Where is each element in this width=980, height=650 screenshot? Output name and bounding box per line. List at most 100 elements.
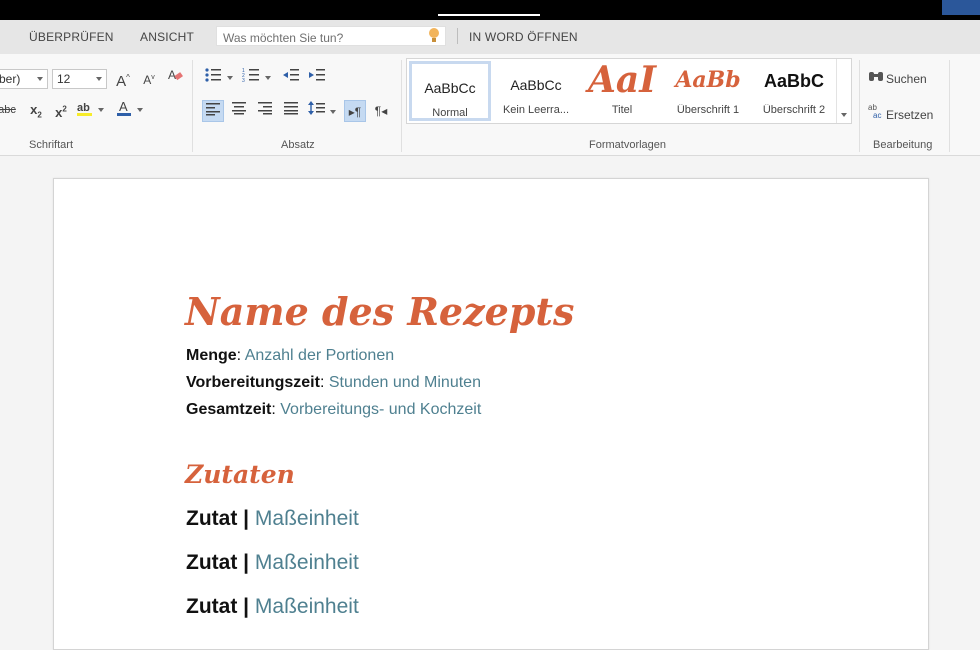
- document-canvas[interactable]: Name des Rezepts Menge: Anzahl der Porti…: [0, 156, 980, 650]
- style-title[interactable]: AaI Titel: [581, 61, 663, 121]
- styles-gallery: AaBbCc Normal AaBbCc Kein Leerra... AaI …: [406, 58, 852, 124]
- align-right-button[interactable]: [254, 100, 276, 122]
- ribbon: ber) 12 A^ Av A abc x2 x2 ab A Schriftar…: [0, 54, 980, 156]
- group-divider: [949, 60, 950, 152]
- style-sample: AaBb: [675, 67, 741, 93]
- chevron-down-icon[interactable]: [330, 110, 336, 114]
- ltr-direction-button[interactable]: ▸¶: [344, 100, 366, 122]
- chevron-down-icon[interactable]: [98, 108, 104, 112]
- strikethrough-button[interactable]: abc: [0, 99, 18, 121]
- decrease-indent-icon: [283, 69, 299, 81]
- font-name-combo[interactable]: ber): [0, 69, 48, 89]
- chevron-down-icon: [841, 113, 847, 117]
- chevron-down-icon[interactable]: [227, 76, 233, 80]
- style-heading-1[interactable]: AaBb Überschrift 1: [667, 61, 749, 121]
- font-name-value: ber): [0, 72, 21, 86]
- style-name: Kein Leerra...: [502, 104, 570, 116]
- style-name: Titel: [611, 104, 633, 116]
- chevron-down-icon: [37, 77, 43, 81]
- bullet-list-icon: [205, 68, 221, 82]
- binoculars-icon: [868, 69, 886, 86]
- title-bar: [0, 0, 980, 20]
- group-divider: [859, 60, 860, 152]
- account-area[interactable]: [942, 0, 980, 15]
- tab-review[interactable]: ÜBERPRÜFEN: [29, 30, 114, 44]
- font-size-value: 12: [57, 72, 71, 86]
- line-spacing-button[interactable]: [306, 100, 328, 122]
- align-right-icon: [258, 102, 272, 115]
- chevron-down-icon[interactable]: [137, 108, 143, 112]
- ingredient-unit: Maßeinheit: [254, 551, 359, 574]
- group-label-paragraph: Absatz: [281, 139, 315, 151]
- subscript-button[interactable]: x2: [25, 99, 47, 121]
- grow-font-button[interactable]: A^: [112, 67, 134, 90]
- align-left-button[interactable]: [202, 100, 224, 122]
- highlight-button[interactable]: ab: [74, 99, 96, 121]
- document-page[interactable]: Name des Rezepts Menge: Anzahl der Porti…: [53, 178, 929, 650]
- shrink-font-button[interactable]: Av: [138, 67, 160, 89]
- font-size-combo[interactable]: 12: [52, 69, 107, 89]
- ingredient-line[interactable]: Zutat | Maßeinheit: [186, 595, 359, 619]
- ingredients-heading[interactable]: Zutaten: [185, 460, 295, 489]
- meta-label: Menge: [186, 347, 237, 364]
- style-name: Überschrift 1: [676, 104, 740, 116]
- ingredient-label: Zutat: [186, 551, 238, 574]
- superscript-button[interactable]: x2: [50, 99, 72, 121]
- svg-text:ab: ab: [77, 102, 90, 114]
- font-color-button[interactable]: A: [113, 99, 135, 121]
- shrink-font-icon: Av: [143, 73, 155, 87]
- svg-text:A: A: [119, 99, 128, 114]
- svg-text:3: 3: [242, 78, 245, 83]
- ingredient-separator: |: [243, 507, 250, 530]
- replace-button[interactable]: ab ac Ersetzen: [868, 103, 933, 122]
- style-normal[interactable]: AaBbCc Normal: [409, 61, 491, 121]
- find-label: Suchen: [886, 72, 927, 86]
- align-center-button[interactable]: [228, 100, 250, 122]
- increase-indent-icon: [309, 69, 325, 81]
- style-no-spacing[interactable]: AaBbCc Kein Leerra...: [495, 61, 577, 121]
- subscript-icon: x2: [30, 102, 42, 120]
- chevron-down-icon: [96, 77, 102, 81]
- ingredient-label: Zutat: [186, 507, 238, 530]
- meta-value: Anzahl der Portionen: [244, 347, 395, 364]
- ingredient-unit: Maßeinheit: [254, 595, 359, 618]
- style-sample: AaI: [587, 61, 657, 101]
- style-name: Überschrift 2: [762, 104, 826, 116]
- justify-button[interactable]: [280, 100, 302, 122]
- bullets-button[interactable]: [202, 67, 224, 89]
- grow-font-icon: A^: [116, 73, 130, 90]
- ingredient-separator: |: [243, 551, 250, 574]
- tell-me-input[interactable]: [217, 29, 429, 47]
- highlighter-icon: ab: [77, 102, 92, 116]
- rtl-direction-button[interactable]: ¶◂: [370, 100, 392, 122]
- numbered-list-icon: 123: [242, 68, 259, 84]
- meta-line-prep-time[interactable]: Vorbereitungszeit: Stunden und Minuten: [186, 374, 481, 392]
- group-label-font: Schriftart: [29, 139, 74, 151]
- open-in-word-button[interactable]: IN WORD ÖFFNEN: [469, 30, 578, 44]
- chevron-down-icon[interactable]: [265, 76, 271, 80]
- strikethrough-icon: abc: [0, 104, 16, 116]
- style-sample: AaBbC: [763, 71, 824, 91]
- gallery-more-button[interactable]: [836, 59, 851, 123]
- tell-me-box[interactable]: [216, 26, 446, 47]
- ingredient-line[interactable]: Zutat | Maßeinheit: [186, 551, 359, 575]
- ribbon-tab-row: ÜBERPRÜFEN ANSICHT IN WORD ÖFFNEN: [0, 20, 980, 54]
- meta-label: Gesamtzeit: [186, 401, 272, 418]
- meta-line-servings[interactable]: Menge: Anzahl der Portionen: [186, 347, 394, 365]
- justify-icon: [284, 102, 298, 115]
- find-button[interactable]: Suchen: [868, 69, 927, 86]
- clear-formatting-button[interactable]: A: [164, 67, 186, 89]
- increase-indent-button[interactable]: [306, 67, 328, 89]
- tab-view[interactable]: ANSICHT: [140, 30, 194, 44]
- recipe-title[interactable]: Name des Rezepts: [185, 289, 574, 334]
- tab-divider: [457, 28, 458, 44]
- meta-label: Vorbereitungszeit: [186, 374, 320, 391]
- ltr-paragraph-icon: ▸¶: [348, 105, 362, 119]
- meta-line-total-time[interactable]: Gesamtzeit: Vorbereitungs- und Kochzeit: [186, 401, 481, 419]
- style-heading-2[interactable]: AaBbC Überschrift 2: [753, 61, 835, 121]
- decrease-indent-button[interactable]: [280, 67, 302, 89]
- lightbulb-icon: [429, 28, 439, 42]
- ingredient-line[interactable]: Zutat | Maßeinheit: [186, 507, 359, 531]
- svg-text:A: A: [168, 68, 176, 82]
- numbering-button[interactable]: 123: [240, 67, 262, 89]
